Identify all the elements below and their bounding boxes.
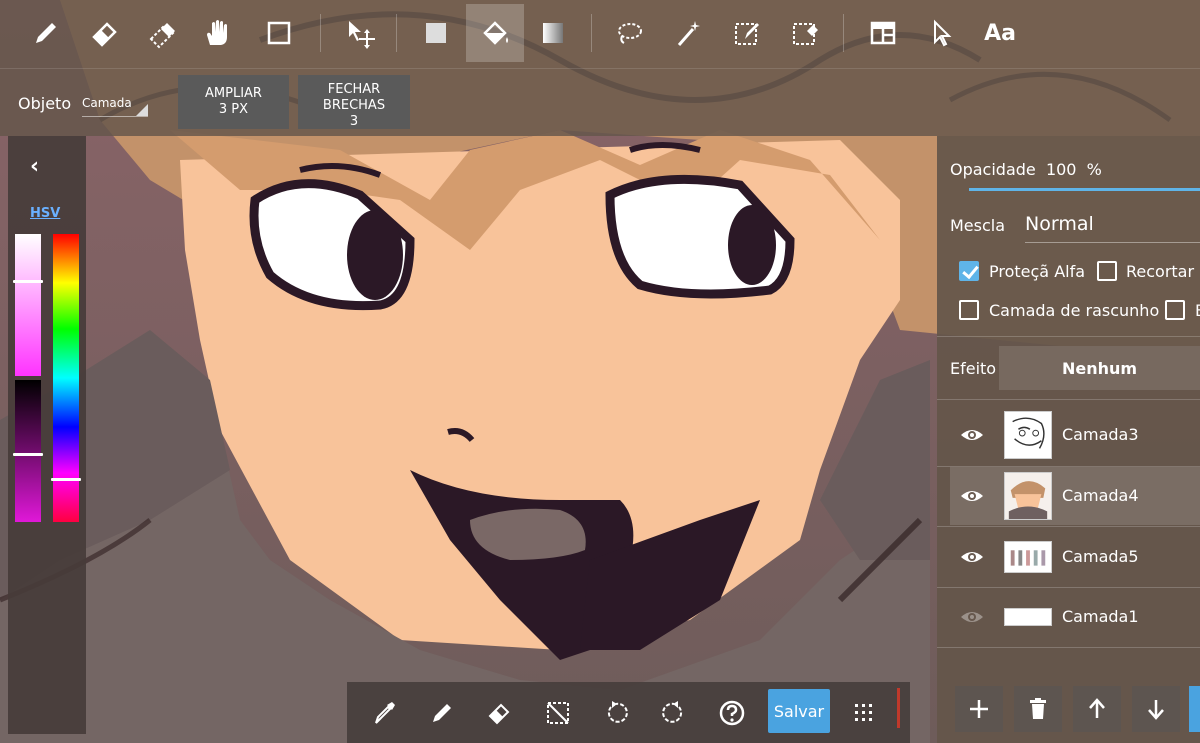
- object-label: Objeto: [18, 94, 72, 113]
- clip-checkbox[interactable]: [1097, 261, 1117, 281]
- blur-eraser-icon[interactable]: [134, 4, 192, 62]
- eraser-icon[interactable]: [479, 692, 521, 734]
- panel-icon[interactable]: [854, 4, 912, 62]
- layer-divider: [937, 526, 1200, 527]
- opacity-unit: %: [1086, 160, 1102, 179]
- main-toolbar: Aa: [0, 0, 1200, 68]
- layer-name: Camada3: [1062, 425, 1139, 444]
- layer-name: Camada4: [1062, 486, 1139, 505]
- layer-item-selected[interactable]: Camada4: [950, 467, 1200, 525]
- pen-icon[interactable]: [421, 692, 463, 734]
- extra-checkbox[interactable]: [1165, 300, 1185, 320]
- color-mode-tab[interactable]: HSV: [30, 206, 60, 221]
- opacity-value: 100: [1045, 160, 1077, 179]
- value-knob[interactable]: [13, 452, 43, 456]
- toolbar-divider: [320, 14, 321, 52]
- layer-thumbnail: [1004, 472, 1052, 520]
- undo-icon[interactable]: [595, 692, 637, 734]
- move-up-icon[interactable]: [1073, 686, 1121, 732]
- save-button[interactable]: Salvar: [768, 689, 830, 733]
- eye-hidden-icon[interactable]: [960, 605, 984, 629]
- move-down-icon[interactable]: [1132, 686, 1180, 732]
- magic-wand-icon[interactable]: [660, 4, 718, 62]
- toolbar-divider: [396, 14, 397, 52]
- hue-slider[interactable]: [51, 234, 81, 522]
- help-icon[interactable]: [711, 692, 753, 734]
- panel-divider: [937, 336, 1200, 337]
- effect-value: Nenhum: [1061, 358, 1138, 378]
- layer-thumbnail: [1004, 608, 1052, 626]
- blend-select[interactable]: Normal: [1025, 213, 1094, 235]
- hue-knob[interactable]: [51, 477, 81, 481]
- collapse-panel-icon[interactable]: ‹: [30, 154, 39, 179]
- close-gaps-button[interactable]: FECHAR BRECHAS 3: [298, 75, 410, 129]
- expand-button[interactable]: AMPLIAR 3 PX: [178, 75, 289, 129]
- opacity-row: Opacidade 100 %: [950, 160, 1102, 179]
- pen-icon[interactable]: [17, 4, 75, 62]
- select-eraser-icon[interactable]: [776, 4, 834, 62]
- blend-label: Mescla: [950, 216, 1006, 235]
- opacity-label: Opacidade: [950, 160, 1036, 179]
- eyedropper-icon[interactable]: [363, 692, 405, 734]
- layer-item[interactable]: Camada3: [950, 406, 1200, 464]
- layer-actions: [937, 686, 1200, 734]
- cursor-icon[interactable]: [912, 4, 970, 62]
- alpha-protect-checkbox[interactable]: [959, 261, 979, 281]
- eraser-icon[interactable]: [76, 4, 134, 62]
- toolbar-divider: [843, 14, 844, 52]
- object-select[interactable]: Camada: [82, 91, 148, 117]
- blend-underline: [1025, 242, 1200, 243]
- rectangle-icon[interactable]: [250, 4, 308, 62]
- draft-layer-label: Camada de rascunho: [989, 301, 1160, 320]
- eye-icon[interactable]: [960, 423, 984, 447]
- expand-button-label: AMPLIAR 3 PX: [205, 86, 262, 117]
- close-gaps-button-label: FECHAR BRECHAS 3: [322, 82, 386, 129]
- redo-icon[interactable]: [653, 692, 695, 734]
- toolbar-divider: [591, 14, 592, 52]
- fill-square-icon[interactable]: [407, 4, 465, 62]
- layer-thumbnail: [1004, 541, 1052, 573]
- layer-name: Camada5: [1062, 547, 1139, 566]
- bottom-toolbar: Salvar: [347, 682, 910, 743]
- bucket-icon[interactable]: [466, 4, 524, 62]
- tool-options-bar: Objeto Camada AMPLIAR 3 PX FECHAR BRECHA…: [0, 68, 1200, 136]
- layer-item[interactable]: Camada5: [950, 528, 1200, 586]
- clip-label: Recortar: [1126, 262, 1195, 281]
- effect-select[interactable]: Nenhum: [999, 346, 1200, 390]
- value-slider[interactable]: [13, 380, 43, 522]
- text-tool-button[interactable]: Aa: [971, 4, 1029, 62]
- alpha-protect-label: Proteçã Alfa: [989, 262, 1086, 281]
- object-select-value: Camada: [82, 96, 132, 110]
- effect-label: Efeito: [950, 359, 997, 378]
- dropdown-triangle-icon: [136, 104, 148, 116]
- layer-thumbnail: [1004, 411, 1052, 459]
- eye-icon[interactable]: [960, 545, 984, 569]
- delete-layer-icon[interactable]: [1014, 686, 1062, 732]
- layer-name: Camada1: [1062, 607, 1139, 626]
- panel-divider: [937, 399, 1200, 400]
- current-color-indicator: [897, 688, 900, 728]
- select-pen-icon[interactable]: [718, 4, 776, 62]
- eye-icon[interactable]: [960, 484, 984, 508]
- grid-menu-icon[interactable]: [843, 692, 885, 734]
- layer-divider: [937, 647, 1200, 648]
- gradient-icon[interactable]: [524, 4, 582, 62]
- draft-layer-checkbox[interactable]: [959, 300, 979, 320]
- layer-item[interactable]: Camada1: [950, 588, 1200, 646]
- deselect-icon[interactable]: [537, 692, 579, 734]
- hand-icon[interactable]: [188, 4, 246, 62]
- move-icon[interactable]: [330, 4, 388, 62]
- lasso-icon[interactable]: [601, 4, 659, 62]
- color-panel: ‹ HSV: [8, 136, 86, 734]
- layer-panel: Opacidade 100 % Mescla Normal Proteçã Al…: [937, 136, 1200, 743]
- layer-menu-button[interactable]: [1189, 686, 1200, 732]
- saturation-slider[interactable]: [13, 234, 43, 376]
- saturation-knob[interactable]: [13, 279, 43, 283]
- opacity-slider[interactable]: [969, 188, 1200, 191]
- app-root: Aa Objeto Camada AMPLIAR 3 PX FECHAR BRE…: [0, 0, 1200, 743]
- extra-checkbox-label: B: [1195, 301, 1200, 320]
- add-layer-icon[interactable]: [955, 686, 1003, 732]
